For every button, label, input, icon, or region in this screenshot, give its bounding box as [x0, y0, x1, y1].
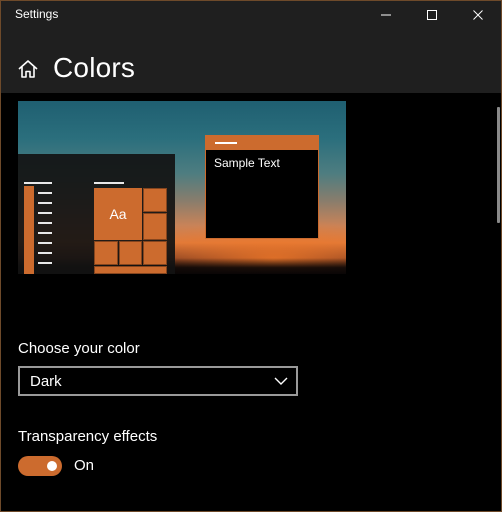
- start-menu-rail: [24, 186, 34, 274]
- preview-tile: [143, 213, 167, 240]
- transparency-toggle[interactable]: [18, 456, 62, 476]
- minimize-button[interactable]: [363, 1, 409, 28]
- maximize-button[interactable]: [409, 1, 455, 28]
- start-menu-line: [38, 262, 52, 264]
- home-icon[interactable]: [17, 58, 39, 80]
- start-menu-line: [24, 182, 52, 184]
- color-mode-dropdown[interactable]: Dark: [18, 366, 298, 396]
- page-title: Colors: [53, 52, 136, 83]
- page-header: Colors: [1, 28, 501, 93]
- preview-tile-aa: Aa: [94, 188, 142, 240]
- start-menu-line: [38, 252, 52, 254]
- preview-tile: [143, 188, 167, 212]
- start-menu-line: [38, 222, 52, 224]
- dropdown-selected-value: Dark: [30, 373, 62, 390]
- start-menu-line: [38, 192, 52, 194]
- close-icon: [473, 10, 483, 20]
- minimize-icon: [381, 14, 391, 16]
- choose-color-label: Choose your color: [18, 340, 140, 357]
- start-menu-line: [38, 202, 52, 204]
- start-menu-line: [38, 232, 52, 234]
- settings-window: Settings Colors Aa Sample Text Choose yo…: [0, 0, 502, 512]
- vertical-scrollbar[interactable]: [497, 107, 500, 223]
- title-bar: Settings: [1, 1, 501, 28]
- preview-start-menu: Aa: [18, 154, 175, 274]
- preview-tile: [119, 241, 142, 265]
- close-button[interactable]: [455, 1, 501, 28]
- sample-text: Sample Text: [214, 156, 280, 170]
- maximize-icon: [427, 10, 437, 20]
- start-menu-line: [38, 212, 52, 214]
- sample-window-title-line: [215, 142, 237, 144]
- preview-tile: [94, 241, 118, 265]
- theme-preview: Aa Sample Text: [18, 101, 346, 274]
- start-menu-line: [94, 182, 124, 184]
- transparency-state-text: On: [74, 457, 95, 474]
- preview-tile: [143, 241, 167, 265]
- chevron-down-icon: [274, 377, 288, 385]
- start-menu-line: [38, 242, 52, 244]
- preview-tile: [94, 266, 167, 274]
- transparency-effects-label: Transparency effects: [18, 428, 158, 445]
- preview-sample-window: Sample Text: [205, 135, 319, 239]
- toggle-knob: [47, 461, 57, 471]
- window-title: Settings: [15, 7, 59, 21]
